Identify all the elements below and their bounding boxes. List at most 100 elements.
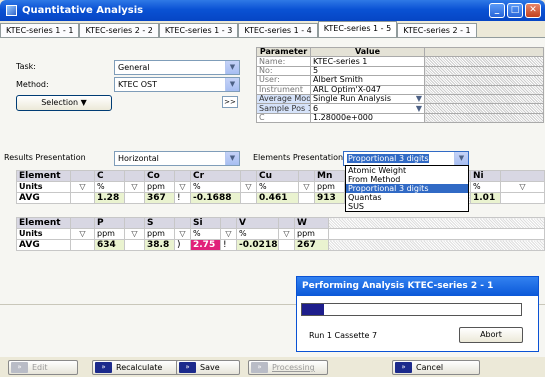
progress-bar: [301, 303, 522, 316]
param-name: Instrument: [256, 84, 311, 95]
chevron-down-icon: ▼: [415, 94, 422, 104]
filter-icon[interactable]: ▽: [174, 228, 191, 240]
row-label: Units: [16, 181, 71, 193]
task-select[interactable]: General ▼: [114, 60, 240, 75]
unit-cell: %: [190, 228, 221, 240]
element-header[interactable]: V: [236, 217, 279, 229]
element-header[interactable]: W: [294, 217, 329, 229]
tab-ktec-1-3[interactable]: KTEC-series 1 - 3: [158, 23, 239, 37]
processing-button[interactable]: » Processing: [248, 360, 328, 375]
dropdown-option[interactable]: Quantas: [346, 193, 468, 202]
progress-bar-fill: [302, 304, 324, 315]
double-arrow-icon: »: [251, 362, 268, 373]
results-presentation-select[interactable]: Horizontal ▼: [114, 151, 240, 166]
chevron-down-icon: ▼: [454, 152, 468, 165]
element-header[interactable]: S: [144, 217, 175, 229]
abort-button[interactable]: Abort: [459, 327, 523, 343]
elements-presentation-select[interactable]: Proportional 3 digits ▼: [343, 151, 469, 166]
save-label: Save: [200, 363, 220, 372]
element-header[interactable]: Cu: [256, 170, 299, 182]
expand-button[interactable]: >>: [222, 96, 238, 108]
recalculate-button[interactable]: » Recalculate: [92, 360, 188, 375]
method-label: Method:: [16, 80, 49, 89]
average-mode-select[interactable]: Single Run Analysis ▼: [310, 93, 425, 105]
filter-icon[interactable]: ▽: [70, 181, 95, 193]
row-label: Units: [16, 228, 71, 240]
row-label: AVG: [16, 239, 71, 251]
recalculate-label: Recalculate: [116, 363, 163, 372]
window-title: Quantitative Analysis: [22, 5, 144, 16]
results-presentation-value: Horizontal: [118, 154, 159, 163]
unit-cell: ppm: [294, 228, 329, 240]
element-header[interactable]: Cr: [190, 170, 241, 182]
selection-button[interactable]: Selection ▼: [16, 95, 112, 111]
value-cell: 367: [144, 192, 175, 204]
filter-icon[interactable]: ▽: [240, 181, 257, 193]
element-header[interactable]: Ni: [470, 170, 501, 182]
filter-icon[interactable]: ▽: [124, 181, 145, 193]
tab-ktec-1-4[interactable]: KTEC-series 1 - 4: [238, 23, 318, 37]
parameter-table: Parameter Value Name: KTEC-series 1 No: 5 …: [256, 46, 544, 124]
param-value[interactable]: Albert Smith: [310, 75, 425, 86]
close-button[interactable]: ✕: [525, 3, 541, 18]
unit-cell: ppm: [314, 181, 345, 193]
param-value[interactable]: KTEC-series 1: [310, 56, 425, 67]
filter-icon[interactable]: ▽: [298, 181, 315, 193]
filter-icon[interactable]: ▽: [278, 228, 295, 240]
method-value: KTEC OST: [118, 80, 157, 89]
param-value: Single Run Analysis: [313, 94, 391, 104]
value-cell-out-of-range: 2.75: [190, 239, 221, 251]
dropdown-option[interactable]: Atomic Weight: [346, 166, 468, 175]
processing-label: Processing: [272, 363, 315, 372]
dropdown-option[interactable]: SUS: [346, 202, 468, 211]
unit-cell: %: [94, 181, 125, 193]
value-cell: 1.28: [94, 192, 125, 204]
minimize-button[interactable]: _: [489, 3, 505, 18]
element-header[interactable]: Co: [144, 170, 175, 182]
sample-pos-select[interactable]: 6 ▼: [310, 103, 425, 114]
filter-icon[interactable]: ▽: [70, 228, 95, 240]
value-cell: 38.8: [144, 239, 175, 251]
filter-icon[interactable]: ▽: [500, 181, 545, 193]
param-value[interactable]: 1.28000e+000: [310, 112, 425, 124]
edit-button[interactable]: » Edit: [8, 360, 78, 375]
param-name: Name:: [256, 56, 311, 67]
element-header[interactable]: C: [94, 170, 125, 182]
element-header[interactable]: P: [94, 217, 125, 229]
selection-label: Selection: [41, 98, 79, 107]
tab-ktec-2-1[interactable]: KTEC-series 2 - 1: [397, 23, 477, 37]
elements-presentation-value: Proportional 3 digits: [347, 154, 430, 163]
method-select[interactable]: KTEC OST ▼: [114, 77, 240, 92]
value-cell: 267: [294, 239, 329, 251]
progress-dialog-title: Performing Analysis KTEC-series 2 - 1: [297, 277, 538, 296]
results-table-2: Element P S Si V W Units ▽ ppm ▽ ppm ▽ % ▽ %…: [16, 217, 545, 251]
param-value: 6: [313, 103, 319, 113]
tab-ktec-1-1[interactable]: KTEC-series 1 - 1: [0, 23, 80, 37]
tab-ktec-1-5[interactable]: KTEC-series 1 - 5: [317, 21, 398, 37]
row-label: Element: [16, 170, 71, 182]
chevron-down-icon: ▼: [225, 61, 239, 74]
value-cell: 634: [94, 239, 125, 251]
value-cell: -0.0218: [236, 239, 279, 251]
element-header[interactable]: Si: [190, 217, 221, 229]
param-value[interactable]: ARL Optim'X-047: [310, 84, 425, 95]
cancel-button[interactable]: » Cancel: [392, 360, 480, 375]
param-value[interactable]: 5: [310, 65, 425, 77]
dropdown-option[interactable]: From Method: [346, 175, 468, 184]
filter-icon[interactable]: ▽: [124, 228, 145, 240]
save-button[interactable]: » Save: [176, 360, 240, 375]
row-label: Element: [16, 217, 71, 229]
filter-icon[interactable]: ▽: [174, 181, 191, 193]
element-header[interactable]: Mn: [314, 170, 345, 182]
tab-ktec-2-2[interactable]: KTEC-series 2 - 2: [79, 23, 159, 37]
double-arrow-icon: »: [95, 362, 112, 373]
filter-icon[interactable]: ▽: [220, 228, 237, 240]
progress-dialog: Performing Analysis KTEC-series 2 - 1 Ru…: [296, 276, 539, 352]
unit-cell: %: [470, 181, 501, 193]
unit-cell: ppm: [144, 181, 175, 193]
maximize-button[interactable]: □: [507, 3, 523, 18]
param-name: Sample Pos 1: [256, 103, 311, 114]
dropdown-option-selected[interactable]: Proportional 3 digits: [346, 184, 468, 193]
unit-cell: ppm: [144, 228, 175, 240]
row-label: AVG: [16, 192, 71, 204]
